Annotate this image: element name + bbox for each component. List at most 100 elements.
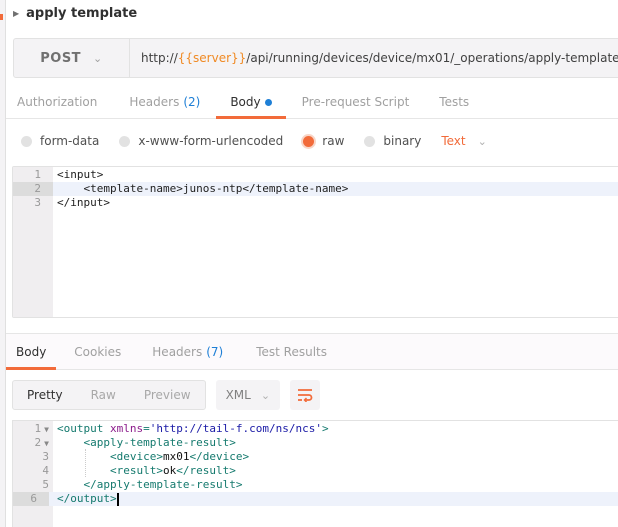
xml-tag: result — [116, 464, 157, 477]
code-text: </apply-template-result> — [83, 478, 243, 491]
line-number-text: 2 — [34, 436, 42, 449]
code-text: </input> — [57, 196, 110, 209]
code-line: 6 </output> — [13, 492, 618, 506]
request-title-row[interactable]: ▶ apply template — [13, 4, 137, 22]
line-number: 3 — [34, 196, 41, 209]
tab-label: Body — [16, 344, 47, 359]
xml-tag: apply-template-result — [90, 436, 230, 449]
radio-selected-icon[interactable] — [303, 135, 315, 147]
tab-label: Cookies — [74, 344, 122, 359]
chevron-down-icon: ⌄ — [260, 388, 271, 402]
body-type-selector: form-data x-www-form-urlencoded raw bina… — [21, 132, 487, 150]
line-number: 4 — [42, 464, 49, 477]
tab-response-headers[interactable]: Headers (7) — [152, 334, 223, 369]
code-text: <apply-template-result> — [83, 436, 236, 449]
sidebar-active-marker — [0, 14, 3, 20]
code-line: 3 <device>mx01</device> — [13, 450, 618, 464]
xml-attr: xmlns — [110, 422, 144, 435]
xml-tag: output — [70, 492, 110, 505]
line-number: 5 — [42, 478, 49, 491]
line-number: 3 — [42, 450, 49, 463]
wrap-lines-button[interactable] — [290, 380, 321, 410]
tab-pre-request-script[interactable]: Pre-request Script — [302, 86, 410, 118]
tab-label: Tests — [439, 95, 470, 109]
tab-label: Headers — [152, 344, 203, 359]
radio-icon[interactable] — [119, 135, 131, 147]
tab-label: Test Results — [256, 344, 328, 359]
request-tabs: Authorization Headers (2) Body Pre-reques… — [6, 86, 618, 119]
line-number: 2 — [13, 182, 53, 196]
line-number-text: 1 — [34, 422, 42, 435]
code-line: 3 </input> — [13, 196, 618, 210]
radio-icon[interactable] — [21, 135, 32, 147]
headers-count: (7) — [206, 344, 224, 359]
code-text: <template-name>junos-ntp</template-name> — [57, 182, 349, 195]
radio-form-data[interactable]: form-data — [21, 134, 99, 148]
tab-test-results[interactable]: Test Results — [256, 334, 327, 369]
radio-label: form-data — [40, 134, 100, 148]
modified-dot-icon — [264, 98, 272, 106]
url-input[interactable]: http://{{server}}/api/running/devices/de… — [130, 39, 618, 77]
url-prefix: http:// — [141, 51, 178, 65]
code-line: 2 <template-name>junos-ntp</template-nam… — [13, 182, 618, 196]
response-body-viewer[interactable]: 1 ▼ <output xmlns='http://tail-f.com/ns/nc… — [12, 420, 618, 527]
radio-label: binary — [383, 134, 422, 148]
method-select[interactable]: POST ⌄ — [14, 39, 130, 77]
text-cursor — [116, 492, 119, 506]
radio-label: x-www-form-urlencoded — [138, 134, 284, 148]
chevron-down-icon: ⌄ — [93, 51, 103, 65]
line-number: 2 ▼ — [13, 436, 49, 451]
request-body-editor[interactable]: 1 <input> 2 <template-name>junos-ntp</tem… — [12, 166, 618, 318]
caret-right-icon[interactable]: ▶ — [13, 9, 19, 18]
xml-tag: device — [202, 450, 243, 463]
line-number: 1 — [34, 168, 41, 181]
raw-format-label: Text — [441, 134, 466, 148]
headers-count: (2) — [183, 95, 201, 109]
line-number: 6 — [13, 492, 49, 506]
tab-body[interactable]: Body — [216, 86, 286, 119]
fold-arrow-icon[interactable]: ▼ — [44, 439, 49, 448]
language-select[interactable]: XML ⌄ — [215, 380, 281, 410]
tab-label: Authorization — [17, 95, 98, 109]
response-toolbar: Pretty Raw Preview XML ⌄ — [12, 380, 321, 410]
chevron-down-icon: ⌄ — [477, 134, 487, 148]
radio-raw[interactable]: raw — [303, 134, 344, 148]
left-sidebar-edge — [0, 0, 6, 527]
code-line: 1 <input> — [13, 168, 618, 182]
view-mode-toggle: Pretty Raw Preview — [12, 380, 206, 410]
code-line: 1 ▼ <output xmlns='http://tail-f.com/ns/nc… — [13, 422, 618, 436]
xml-tag: device — [116, 450, 157, 463]
code-line: 5 </apply-template-result> — [13, 478, 618, 492]
mode-pretty[interactable]: Pretty — [13, 381, 77, 409]
code-text: <input> — [57, 168, 104, 181]
xml-value: mx01 — [162, 450, 190, 463]
url-variable: {{server}} — [177, 51, 247, 65]
xml-string: 'http://tail-f.com/ns/ncs' — [149, 422, 322, 435]
code-text: <output xmlns='http://tail-f.com/ns/ncs'… — [57, 422, 329, 435]
mode-preview[interactable]: Preview — [130, 381, 205, 409]
code-line: 4 <result>ok</result> — [13, 464, 618, 478]
tab-headers[interactable]: Headers (2) — [129, 86, 200, 118]
code-line: 2 ▼ <apply-template-result> — [13, 436, 618, 450]
wrap-lines-icon — [298, 389, 313, 402]
code-text: <device>mx01</device> — [109, 450, 250, 463]
tab-label: Headers — [129, 95, 180, 109]
radio-label: raw — [322, 134, 345, 148]
code-text: <result>ok</result> — [109, 464, 236, 477]
code-text: </output> — [57, 492, 119, 506]
tab-cookies[interactable]: Cookies — [74, 334, 121, 369]
tab-label: Pre-request Script — [301, 95, 410, 109]
radio-x-www-form-urlencoded[interactable]: x-www-form-urlencoded — [119, 134, 283, 148]
radio-icon[interactable] — [364, 135, 376, 147]
fold-arrow-icon[interactable]: ▼ — [44, 425, 49, 434]
method-label: POST — [40, 50, 82, 66]
request-name: apply template — [26, 5, 138, 21]
raw-format-select[interactable]: Text ⌄ — [441, 134, 487, 148]
xml-tag: output — [63, 422, 104, 435]
xml-value: ok — [162, 464, 177, 477]
tab-authorization[interactable]: Authorization — [17, 86, 97, 118]
radio-binary[interactable]: binary — [364, 134, 421, 148]
tab-tests[interactable]: Tests — [439, 86, 469, 118]
tab-response-body[interactable]: Body — [6, 334, 57, 370]
mode-raw[interactable]: Raw — [77, 381, 130, 409]
